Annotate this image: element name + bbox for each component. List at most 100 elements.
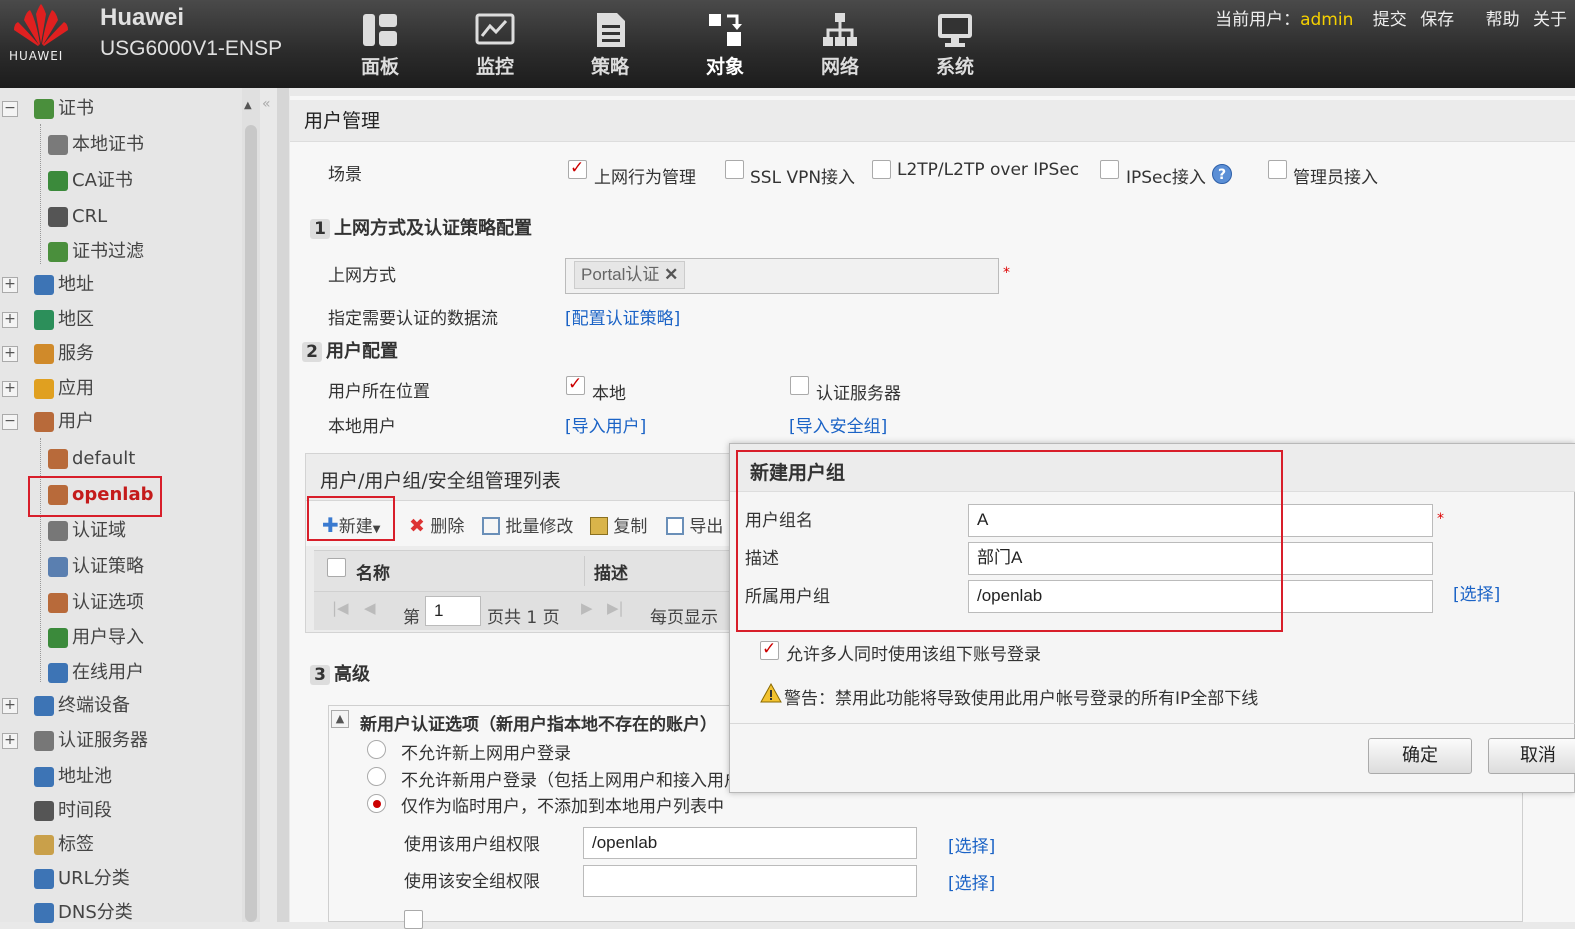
last-page-icon[interactable]: ▶| [607, 599, 624, 617]
use-group-label: 使用该用户组权限 [404, 835, 540, 855]
sidebar-item-8[interactable]: + 应用 [2, 374, 94, 404]
required-star: * [1437, 511, 1444, 527]
config-auth-policy-link[interactable]: [配置认证策略] [565, 304, 680, 329]
option-deny-all-radio[interactable] [367, 767, 386, 786]
sidebar-item-15[interactable]: 用户导入 [2, 623, 144, 653]
access-mode-field[interactable]: Portal认证 ✕ [565, 258, 999, 294]
nav-monitor[interactable]: 监控 [452, 10, 538, 82]
sidebar-item-14[interactable]: 认证选项 [2, 588, 144, 618]
scene-checkbox-internet[interactable] [568, 158, 587, 179]
use-group-select-link[interactable]: [选择] [948, 832, 995, 857]
sidebar-item-13[interactable]: 认证策略 [2, 552, 144, 582]
collapse-icon[interactable]: − [2, 414, 18, 430]
scene-checkbox-ipsec[interactable] [1100, 160, 1119, 179]
next-page-icon[interactable]: ▶ [581, 599, 593, 617]
sidebar-item-0[interactable]: − 证书 [2, 94, 94, 124]
sidebar-item-23[interactable]: DNS分类 [2, 898, 133, 928]
sidebar-item-6[interactable]: + 地区 [2, 305, 94, 335]
location-server-checkbox[interactable] [790, 376, 809, 395]
sidebar-item-7[interactable]: + 服务 [2, 339, 94, 369]
user-group-icon [48, 449, 68, 469]
prev-page-icon[interactable]: ◀ [364, 599, 376, 617]
nav-dashboard[interactable]: 面板 [337, 10, 423, 82]
expand-icon[interactable]: + [2, 277, 18, 293]
col-name-header[interactable]: 名称 [356, 559, 390, 584]
delete-button[interactable]: ✖ 删除 [409, 512, 464, 537]
sidebar-item-12[interactable]: 认证域 [2, 516, 126, 546]
save-link[interactable]: 保存 [1420, 10, 1454, 30]
import-secgroup-link[interactable]: [导入安全组] [789, 412, 887, 437]
sidebar-item-16[interactable]: 在线用户 [2, 658, 144, 688]
tag-icon [34, 835, 54, 855]
sidebar-item-3[interactable]: CRL [2, 202, 107, 232]
parent-group-select-link[interactable]: [选择] [1453, 580, 1500, 605]
auth-server-icon [34, 731, 54, 751]
nav-network[interactable]: 网络 [797, 10, 883, 82]
use-group-input[interactable]: /openlab [583, 827, 917, 859]
sidebar-item-label: URL分类 [58, 868, 130, 889]
expand-icon[interactable]: + [2, 698, 18, 714]
remove-tag-icon[interactable]: ✕ [664, 265, 678, 284]
online-user-icon [48, 663, 68, 683]
sidebar-item-18[interactable]: + 认证服务器 [2, 726, 148, 756]
partial-checkbox[interactable] [404, 910, 423, 929]
sidebar-item-2[interactable]: CA证书 [2, 166, 133, 196]
first-page-icon[interactable]: |◀ [332, 599, 349, 617]
submit-link[interactable]: 提交 [1373, 10, 1407, 30]
about-link[interactable]: 关于 [1533, 10, 1567, 30]
import-user-link[interactable]: [导入用户] [565, 412, 646, 437]
sidebar-item-21[interactable]: 标签 [2, 830, 94, 860]
user-location-label: 用户所在位置 [328, 382, 430, 402]
sidebar-item-19[interactable]: 地址池 [2, 762, 112, 792]
cert-filter-icon [48, 242, 68, 262]
batch-edit-button[interactable]: 批量修改 [482, 512, 573, 537]
copy-button[interactable]: 复制 [590, 512, 647, 537]
sidebar-scroll-thumb[interactable] [245, 125, 257, 922]
col-desc-header[interactable]: 描述 [594, 559, 628, 584]
ok-button[interactable]: 确定 [1368, 738, 1472, 774]
sidebar-item-17[interactable]: + 终端设备 [2, 691, 130, 721]
cancel-button[interactable]: 取消 [1488, 738, 1575, 774]
export-button[interactable]: 导出 [666, 512, 723, 537]
nav-system[interactable]: 系统 [912, 10, 998, 82]
nav-object[interactable]: 对象 [682, 10, 768, 82]
help-link[interactable]: 帮助 [1486, 10, 1520, 30]
collapse-icon[interactable]: − [2, 101, 18, 117]
option-temp-user-radio[interactable] [367, 794, 386, 813]
scene-checkbox-l2tp[interactable] [872, 160, 891, 179]
sidebar-item-10[interactable]: default [2, 444, 135, 474]
expand-icon[interactable]: + [2, 346, 18, 362]
nav-label: 监控 [475, 56, 514, 78]
sidebar-item-label: CA证书 [72, 170, 133, 191]
expand-icon[interactable]: + [2, 733, 18, 749]
scene-checkbox-sslvpn[interactable] [725, 160, 744, 179]
page-number-input[interactable]: 1 [425, 596, 481, 626]
dashboard-icon [363, 14, 397, 46]
select-all-checkbox[interactable] [327, 558, 346, 577]
use-secgroup-input[interactable] [583, 865, 917, 897]
sidebar-item-22[interactable]: URL分类 [2, 864, 130, 894]
calendar-icon [34, 801, 54, 821]
tree-guide-line [40, 438, 41, 682]
tag-text: Portal认证 [581, 265, 660, 284]
sidebar-item-20[interactable]: 时间段 [2, 796, 112, 826]
sidebar-item-5[interactable]: + 地址 [2, 270, 94, 300]
nav-policy[interactable]: 策略 [567, 10, 653, 82]
sidebar-item-1[interactable]: 本地证书 [2, 130, 144, 160]
sidebar-item-9[interactable]: − 用户 [2, 407, 94, 437]
sidebar-item-4[interactable]: 证书过滤 [2, 237, 144, 267]
use-secgroup-select-link[interactable]: [选择] [948, 869, 995, 894]
allow-multi-login-checkbox[interactable] [760, 639, 779, 660]
scene-label: 场景 [328, 165, 362, 185]
scroll-up-arrow-icon[interactable]: ▲ [244, 100, 252, 111]
location-local-checkbox[interactable] [566, 374, 585, 395]
app-icon [34, 379, 54, 399]
option-temp-user-label: 仅作为临时用户，不添加到本地用户列表中 [401, 797, 724, 817]
expand-icon[interactable]: + [2, 312, 18, 328]
scene-checkbox-admin[interactable] [1268, 160, 1287, 179]
help-question-icon[interactable]: ? [1211, 163, 1233, 185]
expand-icon[interactable]: + [2, 381, 18, 397]
collapse-fieldset-icon[interactable]: ▲ [331, 710, 349, 728]
option-deny-internet-radio[interactable] [367, 740, 386, 759]
collapse-sidebar-icon[interactable]: « [262, 96, 271, 112]
